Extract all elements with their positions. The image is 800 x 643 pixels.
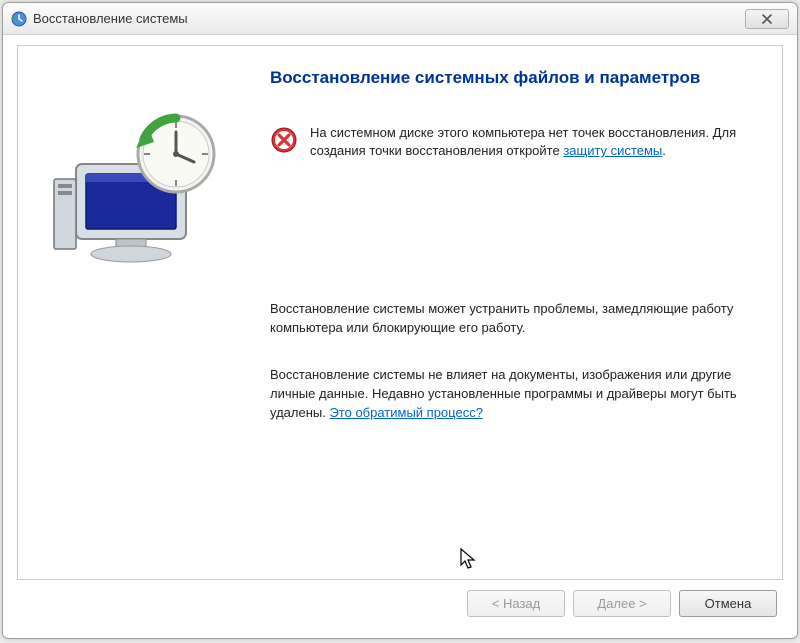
system-restore-illustration-icon: [36, 104, 236, 274]
error-icon: [270, 126, 298, 154]
text-column: Восстановление системных файлов и параме…: [266, 64, 750, 579]
page-heading: Восстановление системных файлов и параме…: [270, 68, 750, 88]
error-text-before: На системном диске этого компьютера нет …: [310, 125, 736, 158]
back-button[interactable]: < Назад: [467, 590, 565, 617]
error-message: На системном диске этого компьютера нет …: [270, 124, 750, 160]
error-text: На системном диске этого компьютера нет …: [310, 124, 750, 160]
close-button[interactable]: [745, 9, 789, 29]
dialog-window: Восстановление системы: [2, 2, 798, 639]
cancel-button[interactable]: Отмена: [679, 590, 777, 617]
info-paragraph-1: Восстановление системы может устранить п…: [270, 300, 750, 338]
illustration-column: [36, 64, 266, 579]
titlebar: Восстановление системы: [3, 3, 797, 35]
system-restore-icon: [11, 11, 27, 27]
reversible-process-link[interactable]: Это обратимый процесс?: [329, 405, 482, 420]
error-text-after: .: [662, 143, 666, 158]
info-paragraph-2: Восстановление системы не влияет на доку…: [270, 366, 750, 423]
window-title: Восстановление системы: [33, 11, 745, 26]
content-panel: Восстановление системных файлов и параме…: [17, 45, 783, 580]
content-wrapper: Восстановление системных файлов и параме…: [3, 35, 797, 580]
button-footer: < Назад Далее > Отмена: [3, 580, 797, 638]
next-button[interactable]: Далее >: [573, 590, 671, 617]
system-protection-link[interactable]: защиту системы: [563, 143, 662, 158]
